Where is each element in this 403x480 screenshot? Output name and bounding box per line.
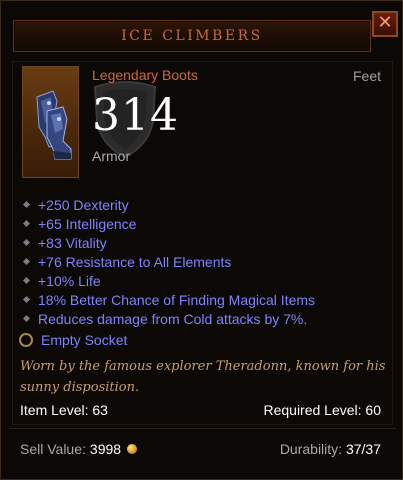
boots-icon [36,90,72,160]
armor-value: 314 [92,90,179,141]
durability-label: Durability: [279,441,343,457]
bullet-icon [22,238,31,247]
item-tooltip: ICE CLIMBERS ✕ Legendary Boots Feet 314 … [0,0,403,480]
bullet-icon [22,219,31,228]
title-bar: ICE CLIMBERS [13,20,371,52]
stat-line: +65 Intelligence [21,214,315,233]
sell-amount: 3998 [89,441,122,457]
bullet-icon [22,314,31,323]
stat-line: Reduces damage from Cold attacks by 7%. [21,309,315,328]
sell-value: Sell Value: 3998 [20,441,138,457]
close-button[interactable]: ✕ [372,11,398,37]
socket-row: Empty Socket [19,332,127,348]
gold-coin-icon [127,444,138,454]
sell-label: Sell Value: [20,441,86,457]
item-slot: Feet [352,68,381,84]
durability: Durability: 37/37 [280,441,381,457]
socket-label: Empty Socket [41,332,128,348]
item-name: ICE CLIMBERS [121,28,263,44]
bullet-icon [22,257,31,266]
bullet-icon [22,295,31,304]
armor-label: Armor [92,148,131,164]
item-level: Item Level: 63 [20,402,108,418]
stat-line: +83 Vitality [21,233,315,252]
bullet-icon [22,200,31,209]
bullet-icon [22,276,31,285]
stat-list: +250 Dexterity +65 Intelligence +83 Vita… [21,195,315,328]
stat-line: +76 Resistance to All Elements [21,252,315,271]
durability-value: 37/37 [345,441,381,457]
flavor-text: Worn by the famous explorer Theradonn, k… [20,359,386,395]
close-icon: ✕ [377,12,393,33]
stat-line: 18% Better Chance of Finding Magical Ite… [21,290,315,309]
item-icon-frame [22,66,79,178]
stat-line: +10% Life [21,271,315,290]
item-type: Legendary Boots [92,67,198,83]
socket-icon [19,333,33,347]
stat-line: +250 Dexterity [21,195,315,214]
required-level: Required Level: 60 [263,402,381,418]
footer-divider [9,428,396,429]
